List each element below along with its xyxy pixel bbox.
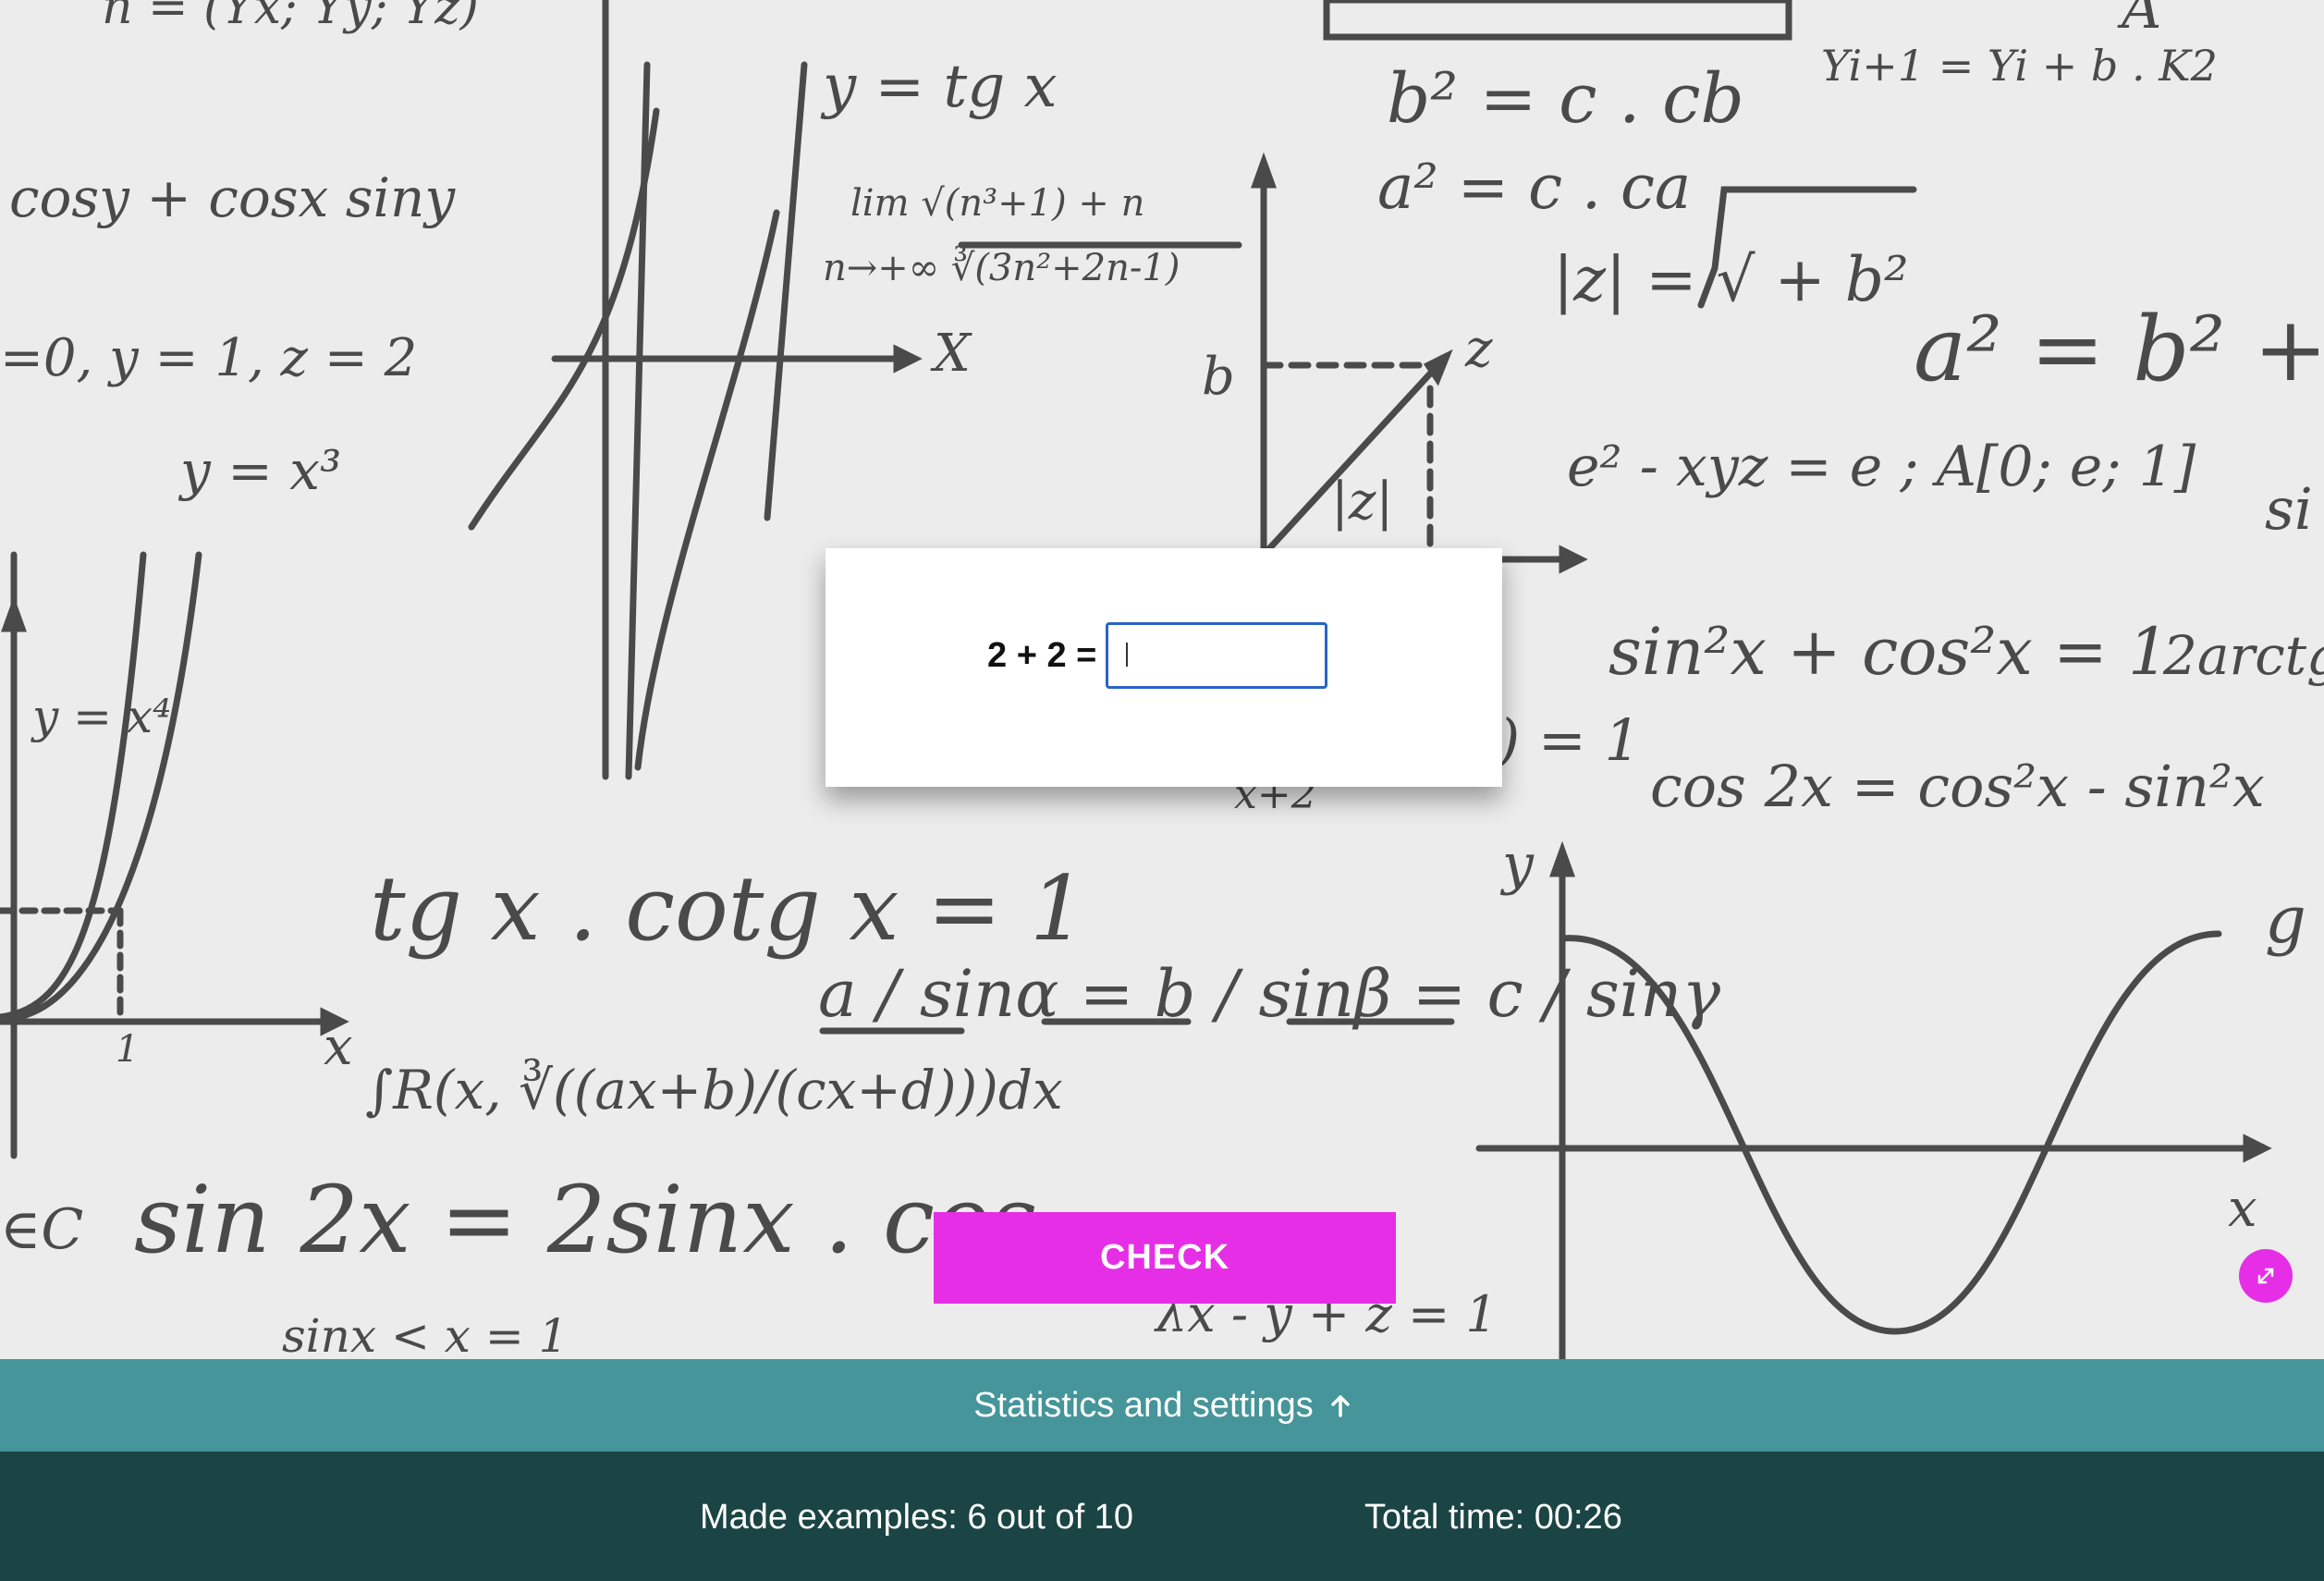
stats-settings-toggle[interactable]: Statistics and settings xyxy=(0,1359,2324,1452)
doodle-formula: ∈C xyxy=(0,1197,84,1262)
stats-settings-label: Statistics and settings xyxy=(973,1385,1314,1425)
doodle-formula: X xyxy=(934,324,971,384)
doodle-formula: a² = c . ca xyxy=(1377,152,1692,223)
doodle-formula: n = (Yx; Yy; Yz) xyxy=(102,0,479,35)
doodle-formula: b² = c . cb xyxy=(1387,59,1744,139)
doodle-formula: si xyxy=(2265,475,2313,543)
arrow-up-icon xyxy=(1330,1393,1351,1417)
answer-field-wrapper xyxy=(1106,622,1328,689)
doodle-formula: a / sinα = b / sinβ = c / sinγ xyxy=(818,956,1721,1032)
doodle-formula: sin 2x = 2sinx . cos xyxy=(134,1166,1038,1274)
doodle-formula: Yi+1 = Yi + b . K2 xyxy=(1821,41,2218,91)
problem-expression: 2 + 2 = xyxy=(987,635,1097,675)
text-caret xyxy=(1126,643,1129,667)
doodle-formula: b xyxy=(1202,347,1235,407)
doodle-formula: 1 xyxy=(116,1028,140,1071)
problem-row: 2 + 2 = xyxy=(987,622,1328,689)
answer-input[interactable] xyxy=(1106,622,1328,689)
doodle-formula: |z| xyxy=(1331,472,1394,532)
doodle-formula: |z| = √ + b² xyxy=(1553,244,1909,315)
made-examples-counter: Made examples: 6 out of 10 xyxy=(700,1498,1133,1537)
doodle-formula: y xyxy=(1502,832,1534,897)
doodle-formula: a² = b² + c² xyxy=(1914,298,2324,401)
doodle-formula: z xyxy=(1465,319,1493,379)
doodle-formula: y = tg x xyxy=(823,53,1058,121)
total-time-counter: Total time: 00:26 xyxy=(1364,1498,1622,1537)
problem-card: 2 + 2 = xyxy=(826,548,1502,787)
doodle-formula: ) = 1 xyxy=(1498,706,1641,774)
fullscreen-button[interactable] xyxy=(2239,1249,2293,1303)
doodle-formula: ∫R(x, ∛((ax+b)/(cx+d)))dx xyxy=(365,1059,1063,1121)
check-button[interactable]: CHECK xyxy=(934,1212,1396,1304)
doodle-formula: 2arctg xyxy=(2163,624,2324,687)
doodle-formula: cosy + cosx siny xyxy=(9,166,456,229)
doodle-formula: sin²x + cos²x = 1 xyxy=(1608,614,2170,690)
doodle-formula: x xyxy=(324,1017,353,1077)
doodle-formula: y = x⁴ xyxy=(32,690,172,743)
doodle-formula: g xyxy=(2265,882,2306,958)
doodle-formula: lim √(n³+1) + n xyxy=(850,182,1145,225)
expand-icon xyxy=(2257,1268,2274,1284)
doodle-formula: e² - xyz = e ; A[0; e; 1] xyxy=(1567,435,2196,499)
doodle-formula: A xyxy=(2122,0,2162,42)
doodle-formula: cos 2x = cos²x - sin²x xyxy=(1650,753,2265,820)
stats-footer: Made examples: 6 out of 10 Total time: 0… xyxy=(0,1452,2324,1581)
doodle-formula: tg x . cotg x = 1 xyxy=(370,857,1087,961)
doodle-formula: =0, y = 1, z = 2 xyxy=(0,328,418,388)
doodle-formula: x xyxy=(2228,1179,2257,1239)
doodle-formula: n→+∞ ∛(3n²+2n-1) xyxy=(823,247,1180,289)
doodle-formula: sinx < x = 1 xyxy=(282,1309,569,1359)
doodle-formula: y = x³ xyxy=(180,439,342,502)
